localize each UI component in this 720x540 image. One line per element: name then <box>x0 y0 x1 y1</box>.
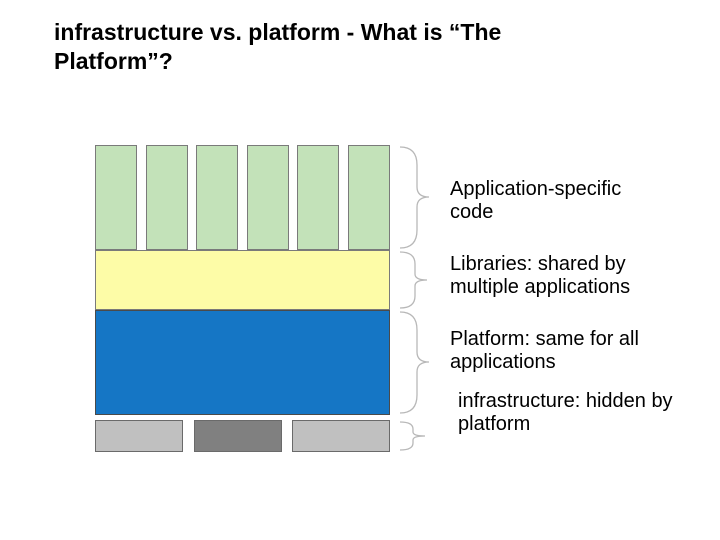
brace-icon <box>395 250 435 310</box>
app-bar <box>196 145 238 250</box>
app-bar <box>348 145 390 250</box>
label-applications: Application-specific code <box>450 178 670 224</box>
label-libraries: Libraries: shared by multiple applicatio… <box>450 253 680 299</box>
app-bar <box>297 145 339 250</box>
infra-block <box>194 420 282 452</box>
slide-title: infrastructure vs. platform - What is “T… <box>54 18 574 76</box>
infrastructure-layer <box>95 420 390 452</box>
infra-block <box>95 420 183 452</box>
platform-layer <box>95 310 390 415</box>
app-bar <box>247 145 289 250</box>
libraries-layer <box>95 250 390 310</box>
app-bar <box>95 145 137 250</box>
layer-diagram <box>95 145 390 455</box>
label-platform: Platform: same for all applications <box>450 328 670 374</box>
brace-icon <box>395 145 435 250</box>
infra-block <box>292 420 390 452</box>
brace-icon <box>395 420 435 452</box>
label-infrastructure: infrastructure: hidden by platform <box>458 390 678 436</box>
applications-layer <box>95 145 390 250</box>
brace-icon <box>395 310 435 415</box>
app-bar <box>146 145 188 250</box>
